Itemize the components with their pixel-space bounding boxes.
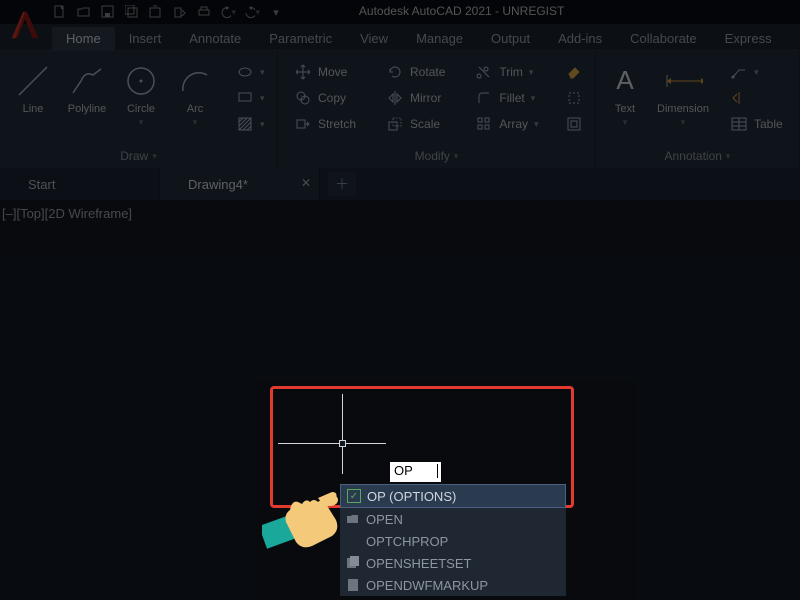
- erase-icon: [565, 63, 583, 81]
- offset-icon: [565, 115, 583, 133]
- checkmark-icon: ✓: [347, 489, 361, 503]
- circle-icon: [121, 61, 161, 101]
- command-autocomplete: ✓ OP (OPTIONS) OPEN OPTCHPROP OPENSHEETS…: [340, 484, 566, 596]
- text-button[interactable]: A Text ▾: [602, 57, 648, 141]
- ribbon-tabs: Home Insert Annotate Parametric View Man…: [0, 24, 800, 50]
- hatch-button[interactable]: ▾: [230, 113, 271, 135]
- autocomplete-item[interactable]: OPENDWFMARKUP: [340, 574, 566, 596]
- window-title: Autodesk AutoCAD 2021 - UNREGIST: [359, 4, 564, 18]
- group-title-annotation[interactable]: Annotation▾: [602, 146, 793, 166]
- cloud-open-icon[interactable]: [148, 5, 164, 19]
- dwf-icon: [346, 578, 360, 592]
- chevron-down-icon: ▾: [193, 117, 198, 128]
- stretch-button[interactable]: Stretch: [288, 113, 362, 135]
- undo-icon[interactable]: ▾: [220, 5, 236, 19]
- tab-home[interactable]: Home: [52, 27, 115, 50]
- rectangle-icon: [236, 89, 254, 107]
- explode-button[interactable]: [559, 87, 589, 109]
- tutorial-hand-icon: [262, 478, 348, 550]
- dimension-button[interactable]: Dimension ▾: [648, 57, 718, 141]
- array-icon: [475, 115, 493, 133]
- doctab-drawing[interactable]: Drawing4*✕: [160, 168, 320, 200]
- svg-text:A: A: [616, 65, 634, 95]
- save-icon[interactable]: [100, 5, 116, 19]
- autocomplete-item[interactable]: OPEN: [340, 508, 566, 530]
- polyline-icon: [67, 61, 107, 101]
- qat-dropdown-icon[interactable]: ▾: [268, 5, 284, 19]
- saveall-icon[interactable]: [124, 5, 140, 19]
- scale-icon: [386, 115, 404, 133]
- redo-icon[interactable]: ▾: [244, 5, 260, 19]
- move-button[interactable]: Move: [288, 61, 362, 83]
- leader-button[interactable]: ▾: [724, 61, 789, 83]
- tab-output[interactable]: Output: [477, 27, 544, 50]
- group-title-draw[interactable]: Draw▾: [6, 146, 271, 166]
- app-logo[interactable]: [6, 6, 44, 44]
- doctab-start[interactable]: Start: [0, 168, 160, 200]
- line-icon: [13, 61, 53, 101]
- trim-button[interactable]: Trim▾: [469, 61, 544, 83]
- tab-manage[interactable]: Manage: [402, 27, 477, 50]
- stretch-icon: [294, 115, 312, 133]
- line-button[interactable]: Line: [6, 57, 60, 141]
- ellipse-button[interactable]: ▾: [230, 61, 271, 83]
- command-input[interactable]: OP: [390, 462, 442, 482]
- close-icon[interactable]: ✕: [301, 176, 311, 190]
- tab-parametric[interactable]: Parametric: [255, 27, 346, 50]
- open-icon[interactable]: [76, 5, 92, 19]
- chevron-down-icon: ▾: [623, 117, 628, 128]
- table-icon: [730, 115, 748, 133]
- multileader-icon: [730, 89, 748, 107]
- chevron-down-icon: ▾: [681, 117, 686, 128]
- tab-express[interactable]: Express: [711, 27, 786, 50]
- tab-collaborate[interactable]: Collaborate: [616, 27, 711, 50]
- arc-button[interactable]: Arc ▾: [168, 57, 222, 141]
- new-icon[interactable]: [52, 5, 68, 19]
- fillet-button[interactable]: Fillet▾: [469, 87, 544, 109]
- fillet-icon: [475, 89, 493, 107]
- chevron-down-icon: ▾: [139, 117, 144, 128]
- viewport-label[interactable]: [–][Top][2D Wireframe]: [2, 206, 132, 221]
- offset-button[interactable]: [559, 113, 589, 135]
- ribbon: Line Polyline Circle ▾ Arc ▾ ▾ ▾ ▾ Dr: [0, 50, 800, 168]
- rectangle-button[interactable]: ▾: [230, 87, 271, 109]
- rotate-icon: [386, 63, 404, 81]
- copy-icon: [294, 89, 312, 107]
- autocomplete-item[interactable]: OPTCHPROP: [340, 530, 566, 552]
- cloud-save-icon[interactable]: [172, 5, 188, 19]
- explode-icon: [565, 89, 583, 107]
- mirror-button[interactable]: Mirror: [380, 87, 451, 109]
- dimension-icon: [663, 61, 703, 101]
- erase-button[interactable]: [559, 61, 589, 83]
- scale-button[interactable]: Scale: [380, 113, 451, 135]
- group-title-modify[interactable]: Modify▾: [284, 146, 589, 166]
- ellipse-icon: [236, 63, 254, 81]
- tab-insert[interactable]: Insert: [115, 27, 176, 50]
- document-tabs: Start Drawing4*✕ ＋: [0, 168, 800, 200]
- print-icon[interactable]: [196, 5, 212, 19]
- move-icon: [294, 63, 312, 81]
- text-icon: A: [605, 61, 645, 101]
- folder-icon: [346, 512, 360, 526]
- rotate-button[interactable]: Rotate: [380, 61, 451, 83]
- arc-icon: [175, 61, 215, 101]
- quick-access-toolbar: ▾ ▾ ▾: [52, 5, 284, 19]
- trim-icon: [475, 63, 493, 81]
- copy-button[interactable]: Copy: [288, 87, 362, 109]
- hatch-icon: [236, 115, 254, 133]
- polyline-button[interactable]: Polyline: [60, 57, 114, 141]
- array-button[interactable]: Array▾: [469, 113, 544, 135]
- new-tab-button[interactable]: ＋: [328, 172, 356, 196]
- tab-addins[interactable]: Add-ins: [544, 27, 616, 50]
- sheetset-icon: [346, 556, 360, 570]
- leader-icon: [730, 63, 748, 81]
- autocomplete-item[interactable]: OPENSHEETSET: [340, 552, 566, 574]
- circle-button[interactable]: Circle ▾: [114, 57, 168, 141]
- autocomplete-item-selected[interactable]: ✓ OP (OPTIONS): [340, 484, 566, 508]
- mirror-icon: [386, 89, 404, 107]
- tab-annotate[interactable]: Annotate: [175, 27, 255, 50]
- multileader-button[interactable]: [724, 87, 789, 109]
- table-button[interactable]: Table: [724, 113, 789, 135]
- tab-view[interactable]: View: [346, 27, 402, 50]
